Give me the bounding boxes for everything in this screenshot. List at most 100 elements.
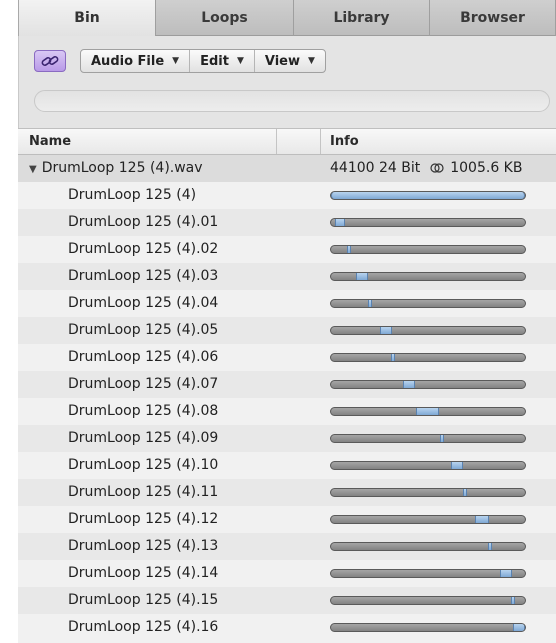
audio-file-row[interactable]: ▼ DrumLoop 125 (4).wav 44100 24 Bit 1005.6… [18,155,556,182]
region-overview-bar [330,245,526,254]
region-row[interactable]: DrumLoop 125 (4).16 [18,614,556,641]
region-segment [335,219,345,226]
menu-group: Audio File ▼ Edit ▼ View ▼ [80,49,326,73]
region-row[interactable]: DrumLoop 125 (4).14 [18,560,556,587]
region-overview-bar [330,353,526,362]
region-name: DrumLoop 125 (4).05 [68,322,219,338]
region-overview-bar [330,326,526,335]
region-name: DrumLoop 125 (4).10 [68,457,219,473]
region-overview-bar [330,218,526,227]
view-menu[interactable]: View ▼ [255,50,325,72]
region-name: DrumLoop 125 (4).01 [68,214,219,230]
region-name: DrumLoop 125 (4).07 [68,376,219,392]
region-segment [488,543,492,550]
column-divider[interactable] [320,129,321,154]
region-row[interactable]: DrumLoop 125 (4).12 [18,506,556,533]
region-overview-bar [330,272,526,281]
chevron-down-icon: ▼ [236,56,244,66]
audio-format-text: 44100 24 Bit [330,160,421,176]
region-segment [331,192,525,199]
region-segment [347,246,351,253]
region-row[interactable]: DrumLoop 125 (4).13 [18,533,556,560]
region-row[interactable]: DrumLoop 125 (4).08 [18,398,556,425]
region-row[interactable]: DrumLoop 125 (4).03 [18,263,556,290]
tab-bar: Bin Loops Library Browser [18,0,556,36]
region-row[interactable]: DrumLoop 125 (4).15 [18,587,556,614]
tab-library[interactable]: Library [294,0,430,36]
region-segment [368,300,372,307]
region-overview-bar [330,191,526,200]
region-name: DrumLoop 125 (4).08 [68,403,219,419]
region-name: DrumLoop 125 (4).06 [68,349,219,365]
file-size-text: 1005.6 KB [450,160,523,176]
region-name: DrumLoop 125 (4).14 [68,565,219,581]
region-overview-bar [330,299,526,308]
region-row[interactable]: DrumLoop 125 (4).09 [18,425,556,452]
region-name: DrumLoop 125 (4).13 [68,538,219,554]
region-overview-bar [330,434,526,443]
tab-browser[interactable]: Browser [430,0,556,36]
left-edge [0,0,19,642]
region-name: DrumLoop 125 (4).12 [68,511,219,527]
link-icon [41,56,59,66]
link-button[interactable] [34,50,66,72]
region-overview-bar [330,380,526,389]
region-overview-bar [330,596,526,605]
audio-file-menu-label: Audio File [91,53,165,69]
region-segment [380,327,392,334]
region-row[interactable]: DrumLoop 125 (4).01 [18,209,556,236]
region-segment [391,354,395,361]
region-overview-bar [330,515,526,524]
region-row[interactable]: DrumLoop 125 (4).06 [18,344,556,371]
audio-file-label: DrumLoop 125 (4).wav [41,160,203,176]
region-segment [416,408,439,415]
region-segment [403,381,415,388]
column-name-header[interactable]: Name [29,134,71,149]
region-name: DrumLoop 125 (4).09 [68,430,219,446]
region-segment [511,597,515,604]
region-segment [463,489,467,496]
region-name: DrumLoop 125 (4).04 [68,295,219,311]
view-menu-label: View [264,53,300,69]
region-row[interactable]: DrumLoop 125 (4).05 [18,317,556,344]
region-name: DrumLoop 125 (4).15 [68,592,219,608]
tab-bin[interactable]: Bin [18,0,156,36]
region-row[interactable]: DrumLoop 125 (4).02 [18,236,556,263]
region-overview-bar [330,488,526,497]
search-field[interactable] [34,90,550,112]
region-row[interactable]: DrumLoop 125 (4).07 [18,371,556,398]
region-overview-bar [330,569,526,578]
region-name: DrumLoop 125 (4).11 [68,484,219,500]
list-header: Name Info [18,129,556,155]
region-overview-bar [330,407,526,416]
region-row[interactable]: DrumLoop 125 (4) [18,182,556,209]
region-segment [500,570,512,577]
region-segment [513,624,525,631]
region-segment [440,435,444,442]
region-overview-bar [330,542,526,551]
edit-menu-label: Edit [200,53,229,69]
region-name: DrumLoop 125 (4) [68,187,197,203]
region-name: DrumLoop 125 (4).03 [68,268,219,284]
region-name: DrumLoop 125 (4).16 [68,619,219,635]
chevron-down-icon: ▼ [307,56,315,66]
disclosure-triangle-icon[interactable]: ▼ [29,164,37,175]
tab-loops[interactable]: Loops [156,0,294,36]
region-name: DrumLoop 125 (4).02 [68,241,219,257]
audio-file-name: ▼ DrumLoop 125 (4).wav [29,160,203,176]
region-segment [475,516,489,523]
region-row[interactable]: DrumLoop 125 (4).11 [18,479,556,506]
toolbar: Audio File ▼ Edit ▼ View ▼ [34,48,326,74]
region-row[interactable]: DrumLoop 125 (4).04 [18,290,556,317]
column-info-header[interactable]: Info [330,134,359,149]
region-overview-bar [330,461,526,470]
column-divider[interactable] [276,129,277,154]
region-segment [451,462,463,469]
region-row[interactable]: DrumLoop 125 (4).10 [18,452,556,479]
edit-menu[interactable]: Edit ▼ [190,50,255,72]
bin-panel: Bin Loops Library Browser Audio File ▼ E… [0,0,556,643]
region-segment [356,273,368,280]
region-overview-bar [330,623,526,632]
stereo-link-icon [430,163,444,173]
audio-file-menu[interactable]: Audio File ▼ [81,50,191,72]
